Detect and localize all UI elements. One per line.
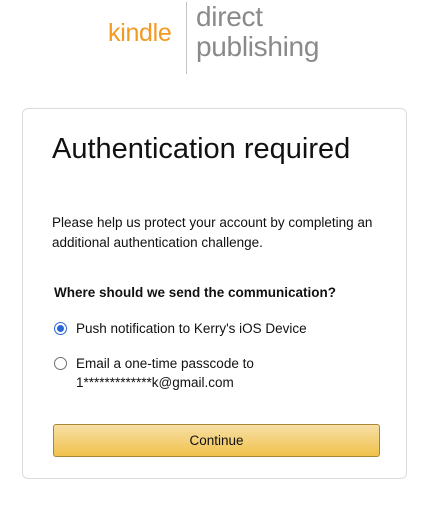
option-email-passcode-label[interactable]: Email a one-time passcode to 1**********…: [76, 354, 356, 392]
description-text: Please help us protect your account by c…: [52, 215, 373, 250]
logo-kindle-text: kindle: [108, 19, 172, 47]
authentication-card: Authentication required Please help us p…: [22, 108, 407, 479]
page-title: Authentication required: [52, 133, 351, 165]
question-label: Where should we send the communication?: [54, 285, 337, 300]
radio-push-notification[interactable]: [54, 322, 67, 335]
kdp-logo: kindle direct publishing: [0, 0, 428, 80]
radio-email-passcode[interactable]: [54, 357, 67, 370]
logo-divider: [186, 2, 187, 74]
option-push-notification[interactable]: Push notification to Kerry's iOS Device: [54, 319, 356, 338]
logo-direct-text: direct: [196, 1, 263, 32]
continue-button[interactable]: Continue: [53, 424, 380, 457]
option-email-passcode[interactable]: Email a one-time passcode to 1**********…: [54, 354, 356, 392]
logo-publishing-text: publishing: [196, 31, 320, 62]
option-push-notification-label[interactable]: Push notification to Kerry's iOS Device: [76, 319, 356, 338]
